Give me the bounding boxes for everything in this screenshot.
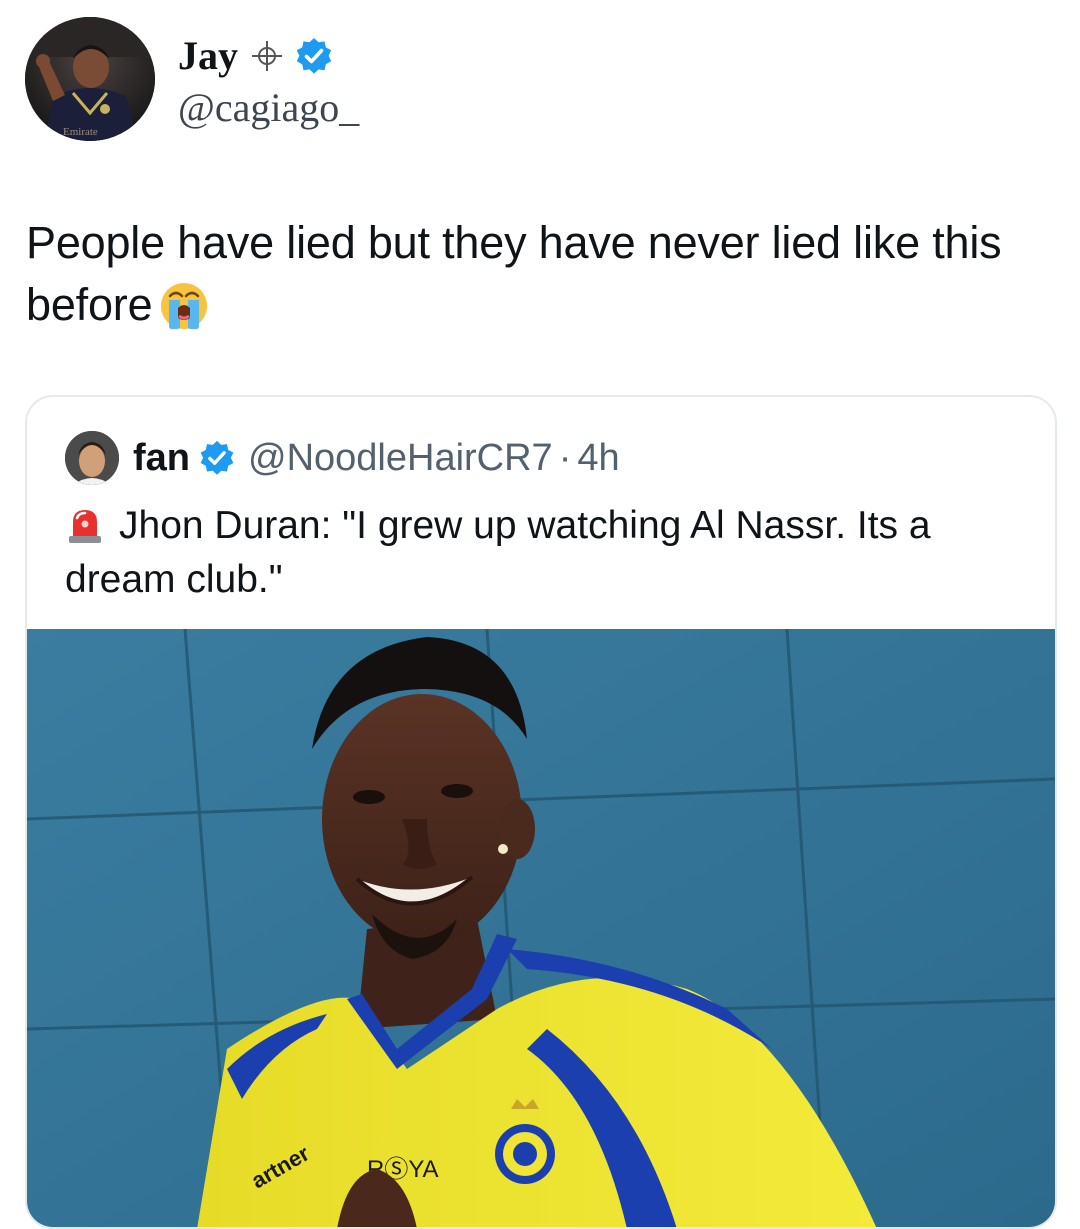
avatar-banner-text: Emirate	[63, 126, 98, 138]
loudly-crying-face-emoji	[161, 283, 208, 329]
quoted-tweet-text-content: Jhon Duran: "I grew up watching Al Nassr…	[65, 504, 931, 601]
police-car-light-emoji	[69, 510, 101, 543]
crosshair-icon	[252, 41, 282, 71]
tweet-text: People have lied but they have never lie…	[26, 212, 1046, 336]
player-photo: RⓈYA artner	[27, 629, 1055, 1227]
author-display-name[interactable]: Jay	[178, 30, 238, 82]
verified-badge-icon	[200, 440, 234, 475]
verified-badge-icon	[296, 38, 332, 74]
quoted-author-display-name[interactable]: fan	[133, 437, 190, 480]
quoted-tweet-photo[interactable]: RⓈYA artner	[27, 629, 1055, 1227]
author-avatar[interactable]: Emirate	[25, 17, 155, 141]
quoted-tweet-text: Jhon Duran: "I grew up watching Al Nassr…	[65, 499, 1035, 607]
quoted-tweet-timestamp[interactable]: 4h	[577, 437, 619, 480]
author-handle[interactable]: @cagiago_	[178, 82, 359, 134]
author-info: Jay @cagiago_	[178, 30, 359, 134]
quoted-tweet-header: fan @NoodleHairCR7 · 4h	[65, 431, 620, 485]
quoted-author-handle[interactable]: @NoodleHairCR7	[248, 437, 553, 480]
quoted-author-avatar[interactable]	[65, 431, 119, 485]
quoted-author-avatar-photo	[65, 431, 119, 485]
author-name-row: Jay	[178, 30, 359, 82]
timestamp-separator: ·	[558, 436, 572, 479]
quoted-tweet-card[interactable]: fan @NoodleHairCR7 · 4h Jhon Duran: "I g…	[25, 395, 1057, 1229]
author-avatar-photo: Emirate	[25, 17, 155, 141]
